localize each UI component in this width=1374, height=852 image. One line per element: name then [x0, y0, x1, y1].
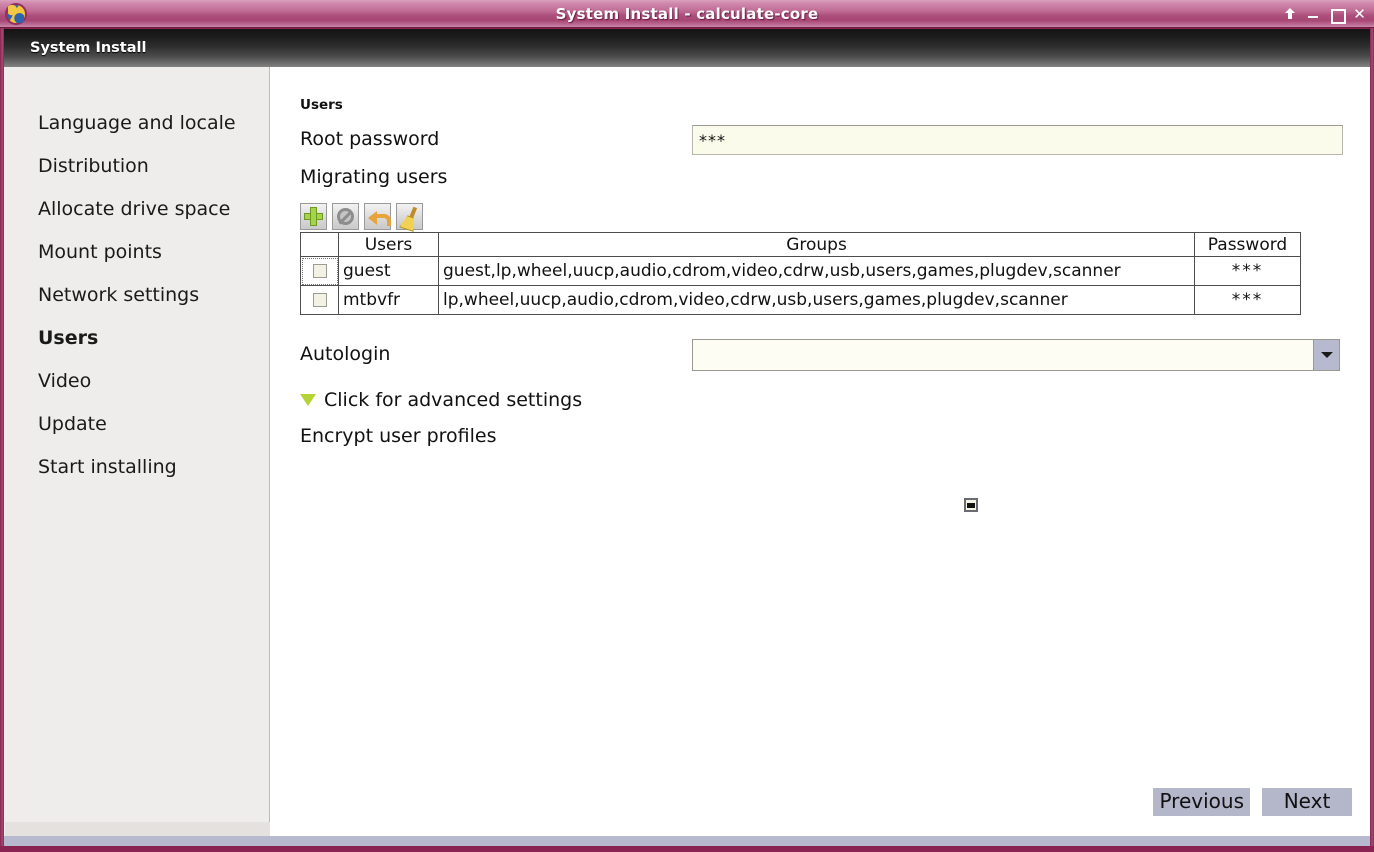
column-header-select[interactable] — [300, 232, 339, 257]
encrypt-user-profiles-label: Encrypt user profiles — [300, 425, 497, 447]
row-checkbox[interactable] — [312, 264, 327, 278]
root-password-label: Root password — [300, 128, 440, 150]
window-bottom-strip — [4, 836, 1370, 846]
sidebar-item-video[interactable]: Video — [4, 359, 269, 402]
migrating-users-label: Migrating users — [300, 166, 448, 188]
row-checkbox[interactable] — [312, 293, 327, 307]
sidebar-navigation: Language and locale Distribution Allocat… — [4, 67, 270, 842]
cell-password[interactable]: *** — [1194, 256, 1301, 286]
root-password-input[interactable]: *** — [692, 125, 1343, 155]
window-controls: ✕ — [1284, 0, 1366, 28]
chevron-down-icon[interactable] — [1313, 340, 1339, 370]
table-row[interactable]: mtbvfr lp,wheel,uucp,audio,cdrom,video,c… — [300, 285, 1301, 315]
cell-user[interactable]: mtbvfr — [338, 285, 439, 315]
column-header-users[interactable]: Users — [338, 232, 439, 257]
table-header-row: Users Groups Password — [300, 232, 1301, 257]
cell-groups[interactable]: lp,wheel,uucp,audio,cdrom,video,cdrw,usb… — [438, 285, 1195, 315]
previous-button[interactable]: Previous — [1153, 788, 1250, 816]
minimize-window-icon[interactable] — [1307, 7, 1320, 21]
title-bar[interactable]: System Install - calculate-core ✕ — [0, 0, 1374, 28]
window-frame-bottom — [0, 846, 1374, 852]
broom-icon[interactable] — [396, 203, 423, 230]
content-panel: Users Root password *** Migrating users — [270, 67, 1370, 842]
sidebar-item-users[interactable]: Users — [4, 316, 269, 359]
autologin-selected-value — [693, 340, 1313, 370]
sidebar-item-distribution[interactable]: Distribution — [4, 144, 269, 187]
page-title: Users — [300, 97, 343, 113]
next-button[interactable]: Next — [1262, 788, 1352, 816]
column-header-password[interactable]: Password — [1194, 232, 1301, 257]
application-window: System Install - calculate-core ✕ System… — [0, 0, 1374, 852]
sidebar-item-update[interactable]: Update — [4, 402, 269, 445]
column-header-groups[interactable]: Groups — [438, 232, 1195, 257]
calculate-logo-icon — [5, 3, 27, 25]
prohibition-icon[interactable] — [332, 203, 359, 230]
app-header: System Install — [4, 29, 1370, 67]
cell-user[interactable]: guest — [338, 256, 439, 286]
sidebar-item-allocate-drive-space[interactable]: Allocate drive space — [4, 187, 269, 230]
autologin-select[interactable] — [692, 339, 1340, 371]
sidebar-item-mount-points[interactable]: Mount points — [4, 230, 269, 273]
advanced-settings-toggle[interactable]: Click for advanced settings — [300, 389, 582, 411]
table-row[interactable]: guest guest,lp,wheel,uucp,audio,cdrom,vi… — [300, 256, 1301, 286]
row-select-cell[interactable] — [300, 285, 339, 315]
shade-window-icon[interactable] — [1284, 7, 1297, 21]
window-frame-right — [1370, 0, 1374, 852]
cell-password[interactable]: *** — [1194, 285, 1301, 315]
body-area: Language and locale Distribution Allocat… — [4, 67, 1370, 842]
migrating-users-toolbar — [300, 203, 423, 230]
migrating-users-table: Users Groups Password guest guest,lp,whe… — [300, 232, 1301, 315]
maximize-window-icon[interactable] — [1330, 7, 1346, 24]
undo-arrow-icon[interactable] — [364, 203, 391, 230]
encrypt-user-profiles-checkbox[interactable] — [964, 498, 978, 512]
wizard-button-bar: Previous Next — [1153, 788, 1352, 816]
sidebar-item-start-installing[interactable]: Start installing — [4, 445, 269, 488]
advanced-settings-label: Click for advanced settings — [324, 389, 583, 411]
sidebar-bottom-filler — [5, 822, 270, 836]
app-header-title: System Install — [30, 40, 147, 56]
window-title: System Install - calculate-core — [555, 4, 819, 23]
close-window-icon[interactable]: ✕ — [1353, 7, 1366, 22]
triangle-down-icon — [300, 394, 316, 406]
plus-icon[interactable] — [300, 203, 327, 230]
row-select-cell[interactable] — [300, 256, 339, 286]
autologin-label: Autologin — [300, 343, 391, 365]
sidebar-item-network-settings[interactable]: Network settings — [4, 273, 269, 316]
cell-groups[interactable]: guest,lp,wheel,uucp,audio,cdrom,video,cd… — [438, 256, 1195, 286]
sidebar-item-language-and-locale[interactable]: Language and locale — [4, 101, 269, 144]
